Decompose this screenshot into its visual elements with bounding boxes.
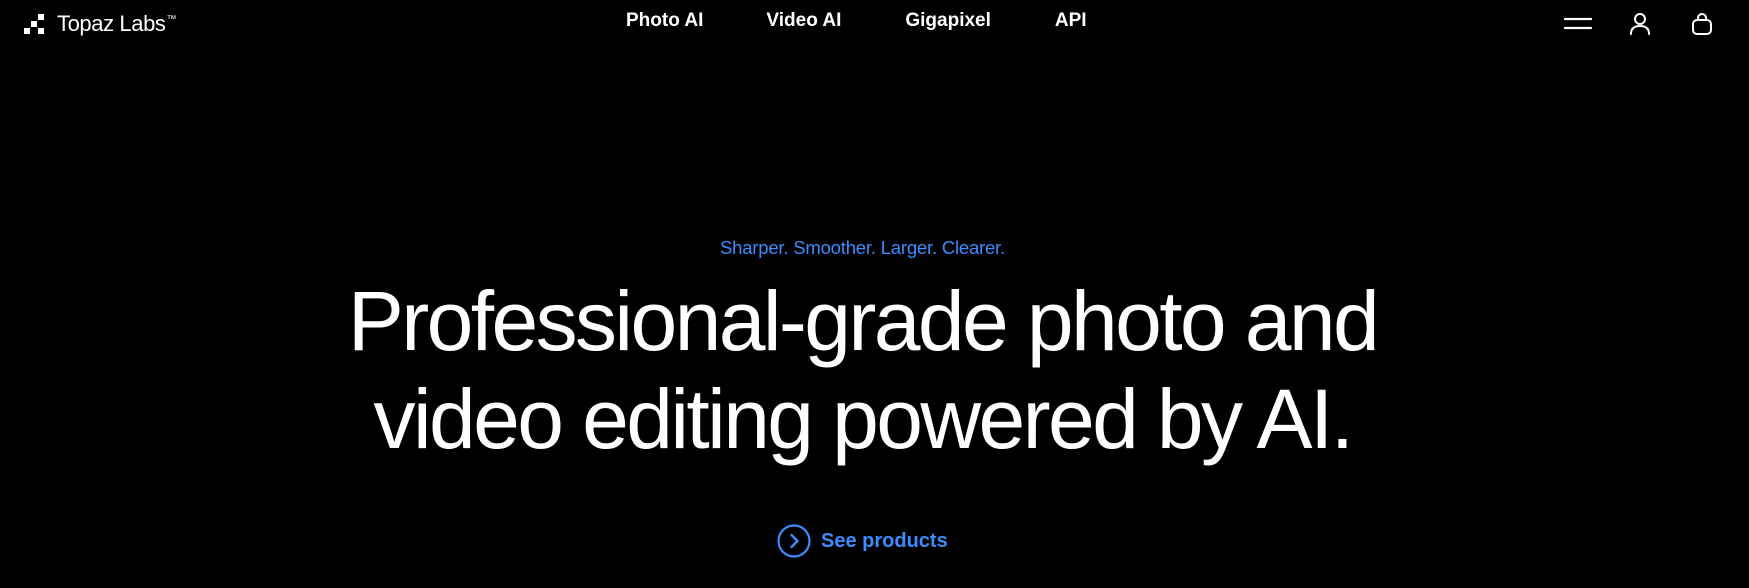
chevron-right-circle-icon: [777, 524, 811, 558]
shopping-bag-icon: [1692, 12, 1712, 35]
hero-headline-line-2: video editing powered by AI.: [373, 372, 1355, 466]
hamburger-menu-icon: [1564, 17, 1592, 30]
topaz-labs-logo[interactable]: Topaz Labs™: [24, 10, 177, 38]
nav-photo-ai[interactable]: Photo AI: [626, 8, 703, 34]
logo-wordmark: Topaz Labs™: [57, 11, 177, 36]
header-actions: [1563, 10, 1717, 38]
user-account-icon: [1630, 13, 1650, 35]
hero-headline-line-1: Professional-grade photo and: [347, 274, 1380, 368]
cart-button[interactable]: [1687, 10, 1717, 38]
main-nav: Photo AI Video AI Gigapixel API: [626, 8, 1087, 34]
nav-api[interactable]: API: [1055, 8, 1087, 34]
hero-eyebrow: Sharper. Smoother. Larger. Clearer.: [719, 237, 1006, 258]
account-button[interactable]: [1625, 10, 1655, 38]
topaz-pixel-logo-icon: [24, 14, 44, 34]
menu-button[interactable]: [1563, 10, 1593, 38]
see-products-link[interactable]: See products: [777, 524, 948, 558]
see-products-label: See products: [821, 530, 948, 552]
trademark-symbol: ™: [166, 14, 177, 25]
nav-video-ai[interactable]: Video AI: [766, 8, 841, 34]
site-header: Topaz Labs™ Photo AI Video AI Gigapixel …: [0, 0, 1749, 46]
nav-gigapixel[interactable]: Gigapixel: [905, 8, 991, 34]
hero-headline: Professional-grade photo and video editi…: [0, 272, 1725, 468]
